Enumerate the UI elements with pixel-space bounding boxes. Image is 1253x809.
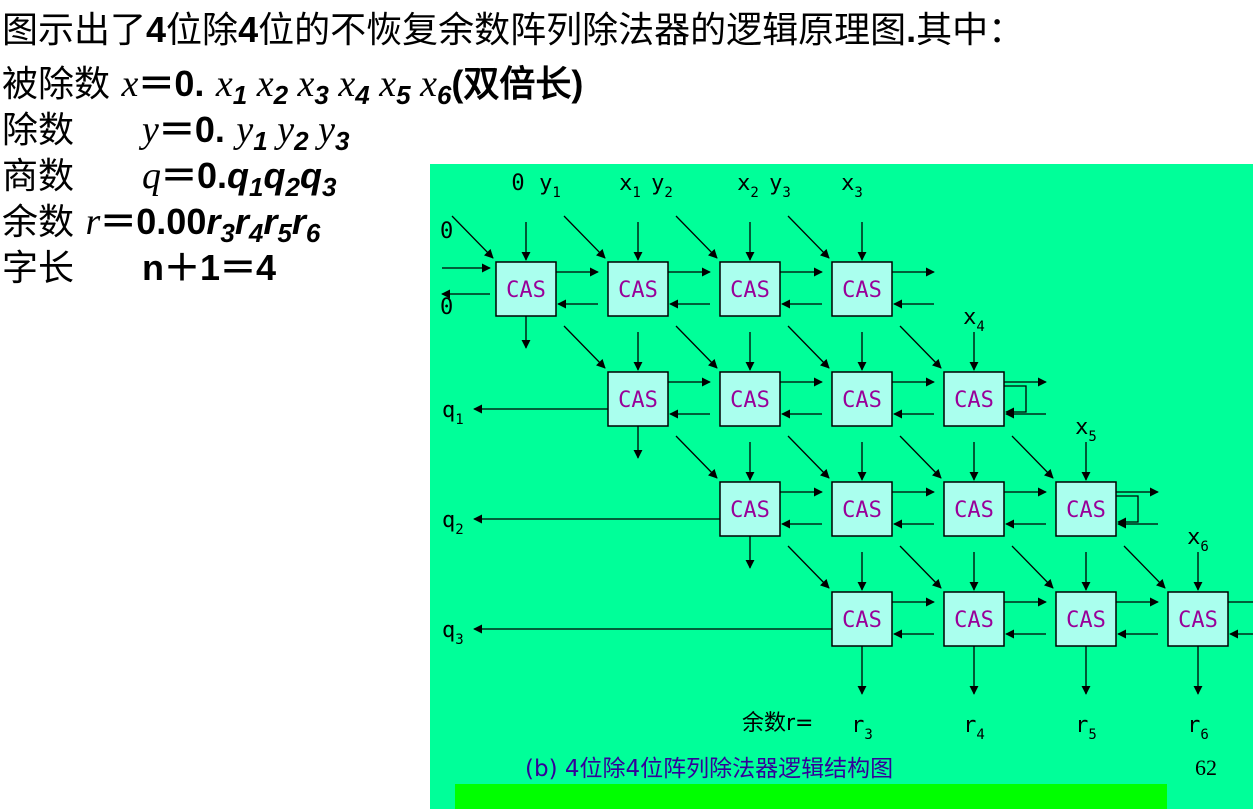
cas-cell-label: CAS [730, 278, 770, 303]
wordlength-definition: 字长 n＋1＝4 [2, 246, 276, 291]
wordlength-expr: n＋1＝4 [142, 247, 277, 288]
remainder-bits: r3r4r5r6 [206, 201, 321, 248]
cas-cell-label: CAS [730, 498, 770, 523]
array-divider-diagram: CAS CAS CAS CAS CAS CAS CAS CAS CAS CAS CAS CAS CAS C… [430, 164, 1253, 809]
title-text: 位除 [166, 10, 239, 51]
cas-cell-label: CAS [618, 278, 658, 303]
left-zero-label: 0 [440, 219, 453, 244]
wordlength-label: 字长 [2, 248, 75, 289]
cas-cell-label: CAS [842, 608, 882, 633]
quotient-label: 商数 [2, 156, 75, 197]
diagram-bottom-bar [455, 784, 1167, 809]
divisor-bits: y1 y2 y3 [236, 109, 350, 156]
dividend-eq: ＝ [138, 63, 175, 104]
dividend-label: 被除数 [2, 64, 111, 105]
remainder-int: 0.00 [136, 201, 207, 242]
dividend-symbol: x [121, 63, 139, 105]
cas-cell-label: CAS [954, 388, 994, 413]
title-text: 图示出了 [2, 10, 147, 51]
quotient-symbol: q [142, 155, 161, 197]
title-text: 位的不恢复余数阵列除法器的逻辑原理图 [258, 10, 907, 51]
quotient-bits: q1q2q3 [227, 155, 337, 202]
remainder-label: 余数 [2, 202, 75, 243]
divisor-label: 除数 [2, 110, 75, 151]
cas-cell-label: CAS [618, 388, 658, 413]
cas-cell-label: CAS [1066, 498, 1106, 523]
page-number: 62 [1195, 755, 1217, 780]
remainder-prefix: 余数r= [742, 711, 813, 736]
title-number: 4 [238, 9, 259, 50]
title-period: . [906, 9, 917, 50]
diagram-caption: (b) 4位除4位阵列除法器逻辑结构图 [525, 756, 893, 782]
cas-cell-label: CAS [954, 608, 994, 633]
left-zero-label: 0 [440, 295, 453, 320]
remainder-eq: ＝ [100, 201, 137, 242]
dividend-note: (双倍长) [451, 63, 584, 104]
quotient-eq: ＝ [161, 155, 198, 196]
title-text: 其中： [916, 10, 1025, 51]
quotient-int: 0. [197, 155, 228, 196]
cas-cell-label: CAS [954, 498, 994, 523]
cas-cell-label: CAS [842, 278, 882, 303]
dividend-bits: x1 x2 x3 x4 x5 x6 [215, 63, 452, 110]
cas-cell-label: CAS [1066, 608, 1106, 633]
top-input-label: 0 [511, 171, 524, 196]
dividend-int: 0. [174, 63, 205, 104]
cas-cell-label: CAS [842, 498, 882, 523]
remainder-symbol: r [85, 201, 101, 243]
cas-cell-label: CAS [506, 278, 546, 303]
divisor-eq: ＝ [158, 109, 195, 150]
title-number: 4 [146, 9, 167, 50]
cas-cell-label: CAS [730, 388, 770, 413]
slide-title: 图示出了4位除4位的不恢复余数阵列除法器的逻辑原理图.其中： [2, 8, 1024, 53]
cas-cell-label: CAS [842, 388, 882, 413]
divisor-symbol: y [142, 109, 159, 151]
divisor-int: 0. [194, 109, 225, 150]
cas-cell-label: CAS [1178, 608, 1218, 633]
